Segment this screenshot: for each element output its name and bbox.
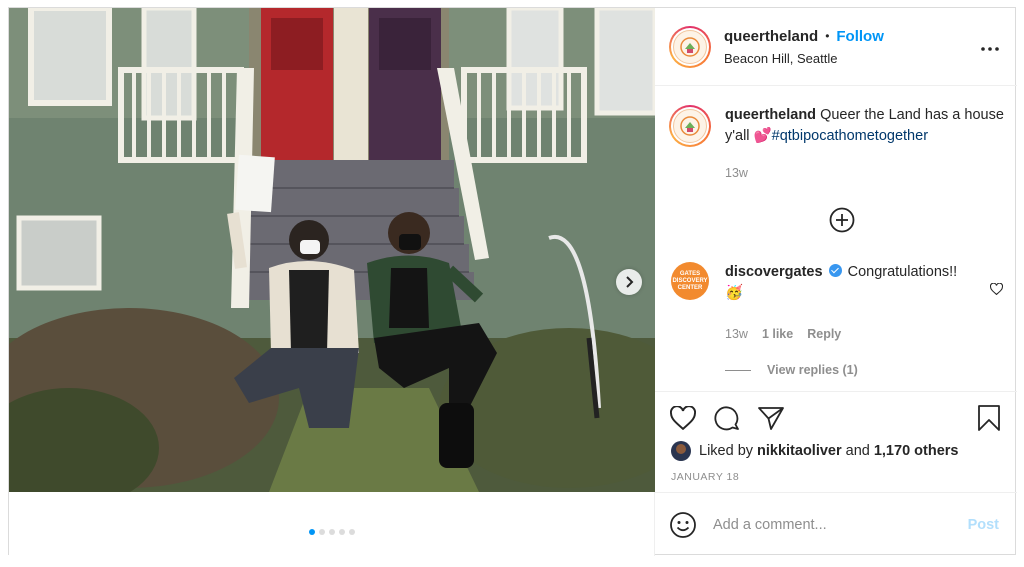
more-icon	[981, 47, 999, 51]
next-photo-button[interactable]	[616, 269, 642, 295]
carousel-dot	[349, 529, 355, 535]
share-icon	[758, 407, 784, 430]
header-text: queertheland • Follow Beacon Hill, Seatt…	[724, 28, 884, 66]
caption-emoji: 💕	[753, 128, 772, 144]
commenter-avatar[interactable]: GATES DISCOVERY CENTER	[671, 262, 709, 300]
emoji-button[interactable]	[669, 511, 697, 539]
follow-button[interactable]: Follow	[836, 28, 884, 45]
replies-divider	[725, 369, 751, 371]
location-link[interactable]: Beacon Hill, Seattle	[724, 51, 884, 66]
like-comment-button[interactable]	[989, 282, 1004, 300]
actions-area: Liked by nikkitaoliver and 1,170 others …	[655, 391, 1017, 491]
post-comment-button[interactable]: Post	[968, 517, 999, 533]
comment-input[interactable]	[713, 516, 943, 533]
comment-timestamp[interactable]: 13w	[725, 327, 748, 341]
caption-username[interactable]: queertheland	[725, 107, 816, 123]
bookmark-icon	[978, 405, 1000, 431]
caption: queertheland Queer the Land has a house …	[669, 105, 1005, 147]
reply-button[interactable]: Reply	[807, 327, 841, 341]
separator-dot: •	[825, 29, 830, 43]
comment-item: GATES DISCOVERY CENTER discovergates Con…	[669, 262, 1009, 304]
load-more-comments-button[interactable]	[829, 207, 855, 238]
share-button[interactable]	[757, 404, 785, 432]
likes-others[interactable]: 1,170 others	[874, 443, 959, 459]
plus-circle-icon	[829, 207, 855, 233]
comment-icon	[714, 406, 739, 431]
likes-prefix: Liked by	[699, 443, 754, 459]
carousel-dot	[319, 529, 325, 535]
header-username[interactable]: queertheland	[724, 28, 818, 45]
carousel-dot	[339, 529, 345, 535]
hashtag-link[interactable]: #qtbipocathometogether	[772, 128, 928, 144]
emoji-icon	[670, 511, 696, 538]
liker-avatar[interactable]	[671, 441, 691, 461]
likes-summary: Liked by nikkitaoliver and 1,170 others	[671, 441, 962, 461]
caption-avatar[interactable]	[669, 105, 711, 147]
liker-username[interactable]: nikkitaoliver	[757, 443, 842, 459]
comment-button[interactable]	[713, 404, 741, 432]
heart-icon	[989, 282, 1004, 296]
chevron-right-icon	[626, 276, 634, 288]
like-button[interactable]	[669, 404, 697, 432]
more-options-button[interactable]	[981, 38, 999, 56]
post-header: queertheland • Follow Beacon Hill, Seatt…	[655, 8, 1017, 86]
add-comment-bar: Post	[655, 492, 1017, 556]
instagram-post: queertheland • Follow Beacon Hill, Seatt…	[8, 7, 1017, 556]
caption-text: queertheland Queer the Land has a house …	[725, 105, 1005, 147]
view-replies-label: View replies (1)	[767, 363, 858, 377]
profile-avatar[interactable]	[669, 25, 711, 68]
side-panel: queertheland • Follow Beacon Hill, Seatt…	[655, 8, 1017, 556]
media-panel	[9, 8, 655, 556]
heart-icon	[670, 406, 696, 430]
caption-timestamp[interactable]: 13w	[725, 166, 748, 180]
save-button[interactable]	[975, 404, 1003, 432]
comment-likes[interactable]: 1 like	[762, 327, 793, 341]
post-photo[interactable]	[9, 8, 655, 492]
comments-section: queertheland Queer the Land has a house …	[655, 87, 1017, 390]
action-icons	[669, 404, 785, 432]
verified-icon	[828, 264, 842, 277]
commenter-username[interactable]: discovergates	[725, 264, 823, 280]
queer-the-land-logo	[680, 36, 700, 57]
view-replies-button[interactable]: View replies (1)	[725, 363, 858, 377]
queer-the-land-logo	[680, 116, 700, 136]
carousel-indicator	[9, 529, 655, 535]
comment-text: discovergates Congratulations!! 🥳	[725, 262, 975, 304]
post-date[interactable]: JANUARY 18	[671, 471, 739, 483]
carousel-dot-active	[309, 529, 315, 535]
carousel-dot	[329, 529, 335, 535]
likes-joiner: and	[845, 443, 870, 459]
photo-illustration	[9, 8, 655, 492]
comment-meta: 13w 1 like Reply	[725, 327, 841, 341]
